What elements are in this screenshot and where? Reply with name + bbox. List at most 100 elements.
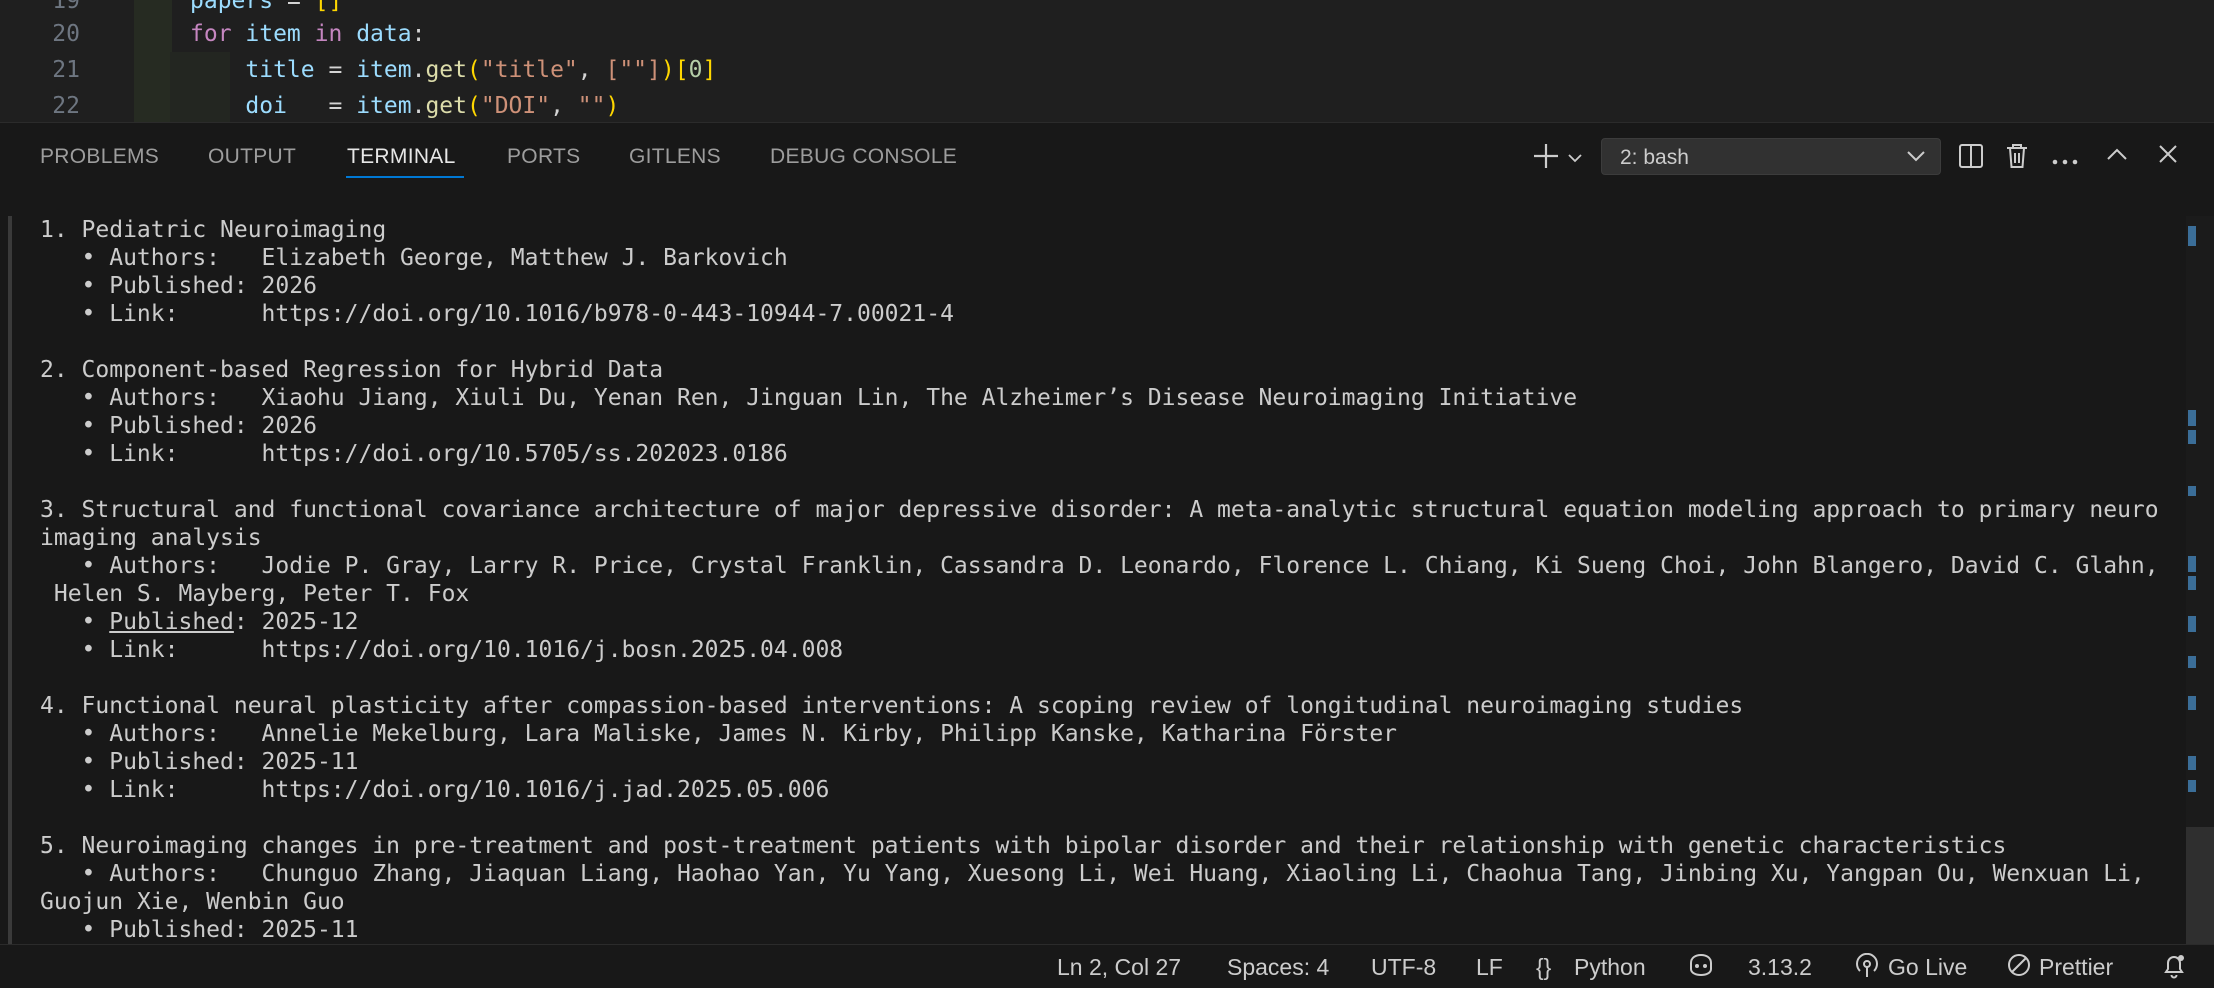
scrollbar-marker: [2188, 226, 2196, 246]
line-number: 20: [52, 21, 80, 47]
terminal-line: • Link: https://doi.org/10.5705/ss.20202…: [40, 441, 788, 467]
code-token: ): [605, 93, 620, 119]
code-token: in: [314, 21, 343, 47]
tab-ports[interactable]: PORTS: [507, 145, 580, 169]
terminal-line: • Authors: Chunguo Zhang, Jiaquan Liang,…: [40, 861, 2145, 887]
code-token: =: [314, 57, 357, 83]
indentation-setting[interactable]: Spaces: 4: [1227, 954, 1329, 981]
terminal-line: • Published: 2025-12: [40, 609, 359, 635]
code-token: ,: [577, 57, 606, 83]
code-token: ,: [550, 93, 578, 119]
panel-header: PROBLEMS OUTPUT TERMINAL PORTS GITLENS D…: [0, 122, 2214, 191]
scrollbar-marker: [2188, 556, 2196, 572]
code-token: get: [425, 93, 467, 119]
scrollbar-marker: [2188, 756, 2196, 770]
prettier-button[interactable]: Prettier: [2039, 954, 2113, 981]
terminal-line: • Published: 2026: [40, 273, 317, 299]
close-panel-icon[interactable]: [2158, 144, 2178, 169]
code-token: =: [286, 93, 357, 119]
indent-guide: [134, 0, 172, 122]
code-line: for item in data:: [190, 21, 425, 47]
terminal-line: • Published: 2025-11: [40, 917, 359, 943]
terminal-line: • Authors: Elizabeth George, Matthew J. …: [40, 245, 788, 271]
code-token: :: [411, 21, 426, 47]
terminal-line: Helen S. Mayberg, Peter T. Fox: [40, 581, 470, 607]
terminal-output[interactable]: 1. Pediatric Neuroimaging • Authors: Eli…: [0, 190, 2214, 944]
code-token: get: [425, 57, 467, 83]
code-token: (: [466, 93, 481, 119]
code-token: doi: [245, 93, 287, 119]
terminal-line: 3. Structural and functional covariance …: [40, 497, 2159, 523]
hovered-word[interactable]: Published: [109, 609, 234, 635]
status-bar: Ln 2, Col 27 Spaces: 4 UTF-8 LF {} Pytho…: [0, 944, 2214, 988]
code-token: "": [577, 93, 606, 119]
braces-icon: {}: [1536, 954, 1552, 980]
code-line: title = item.get("title", [""])[0]: [190, 57, 716, 83]
code-token: data: [342, 21, 412, 47]
tab-problems[interactable]: PROBLEMS: [40, 145, 159, 169]
terminal-line: 4. Functional neural plasticity after co…: [40, 693, 1744, 719]
terminal-line: • Link: https://doi.org/10.1016/b978-0-4…: [40, 301, 954, 327]
file-encoding[interactable]: UTF-8: [1371, 954, 1436, 981]
scrollbar-marker: [2188, 780, 2196, 792]
code-token: .: [411, 57, 426, 83]
terminal-selector[interactable]: 2: bash: [1601, 138, 1941, 175]
terminal-line: Guojun Xie, Wenbin Guo: [40, 889, 345, 915]
code-token: [: [674, 57, 689, 83]
trash-icon[interactable]: [2005, 142, 2029, 175]
terminal-line: 5. Neuroimaging changes in pre-treatment…: [40, 833, 2007, 859]
terminal-line: • Authors: Annelie Mekelburg, Lara Malis…: [40, 721, 1398, 747]
code-token: item: [231, 21, 315, 47]
tab-gitlens[interactable]: GITLENS: [629, 145, 721, 169]
code-token: item: [356, 93, 412, 119]
code-editor[interactable]: 19 20 21 22 papers = [] for item in data:…: [0, 0, 2214, 122]
scrollbar-marker: [2188, 656, 2196, 668]
code-token: (: [466, 57, 481, 83]
terminal-line: imaging analysis: [40, 525, 262, 551]
scrollbar-marker: [2188, 430, 2196, 444]
terminal-line: • Link: https://doi.org/10.1016/j.bosn.2…: [40, 637, 844, 663]
line-number: 22: [52, 93, 80, 119]
tab-terminal[interactable]: TERMINAL: [347, 145, 456, 169]
active-tab-indicator: [346, 176, 464, 178]
python-interpreter-version[interactable]: 3.13.2: [1748, 954, 1812, 981]
scrollbar-marker: [2188, 696, 2196, 710]
code-token: ): [660, 57, 675, 83]
code-token: for: [190, 21, 232, 47]
more-actions-icon[interactable]: [2052, 153, 2078, 171]
code-token: item: [356, 57, 412, 83]
notifications-bell-icon[interactable]: [2162, 953, 2186, 985]
new-terminal-plus-icon[interactable]: [1532, 142, 1560, 175]
line-number: 21: [52, 57, 80, 83]
tab-output[interactable]: OUTPUT: [208, 145, 296, 169]
code-line: doi = item.get("DOI", ""): [190, 93, 619, 119]
scrollbar-thumb[interactable]: [2186, 827, 2214, 944]
copilot-icon[interactable]: [1687, 953, 1715, 983]
end-of-line[interactable]: LF: [1476, 954, 1503, 981]
chevron-down-icon[interactable]: [1568, 150, 1582, 168]
tab-debug-console[interactable]: DEBUG CONSOLE: [770, 145, 957, 169]
prettier-status-icon[interactable]: [2007, 953, 2031, 983]
code-token: []: [314, 0, 343, 14]
code-token: title: [245, 57, 315, 83]
scrollbar-marker: [2188, 576, 2196, 590]
language-mode[interactable]: Python: [1574, 954, 1646, 981]
scrollbar-marker: [2188, 616, 2196, 632]
terminal-line: 2. Component-based Regression for Hybrid…: [40, 357, 664, 383]
broadcast-icon[interactable]: [1854, 952, 1880, 985]
cursor-position[interactable]: Ln 2, Col 27: [1057, 954, 1181, 981]
line-number: 19: [52, 0, 80, 14]
maximize-panel-icon[interactable]: [2106, 147, 2128, 166]
terminal-line: 1. Pediatric Neuroimaging: [40, 217, 387, 243]
terminal-line: • Authors: Xiaohu Jiang, Xiuli Du, Yenan…: [40, 385, 1578, 411]
code-token: 0: [688, 57, 703, 83]
code-token: [""]: [605, 57, 661, 83]
split-terminal-icon[interactable]: [1958, 143, 1984, 174]
code-token: papers: [190, 0, 274, 14]
go-live-button[interactable]: Go Live: [1888, 954, 1967, 981]
code-line: papers = []: [190, 0, 342, 14]
code-token: ]: [702, 57, 717, 83]
code-token: "title": [480, 57, 578, 83]
terminal-gutter-bar: [8, 216, 12, 944]
terminal-line: • Authors: Jodie P. Gray, Larry R. Price…: [40, 553, 2159, 579]
